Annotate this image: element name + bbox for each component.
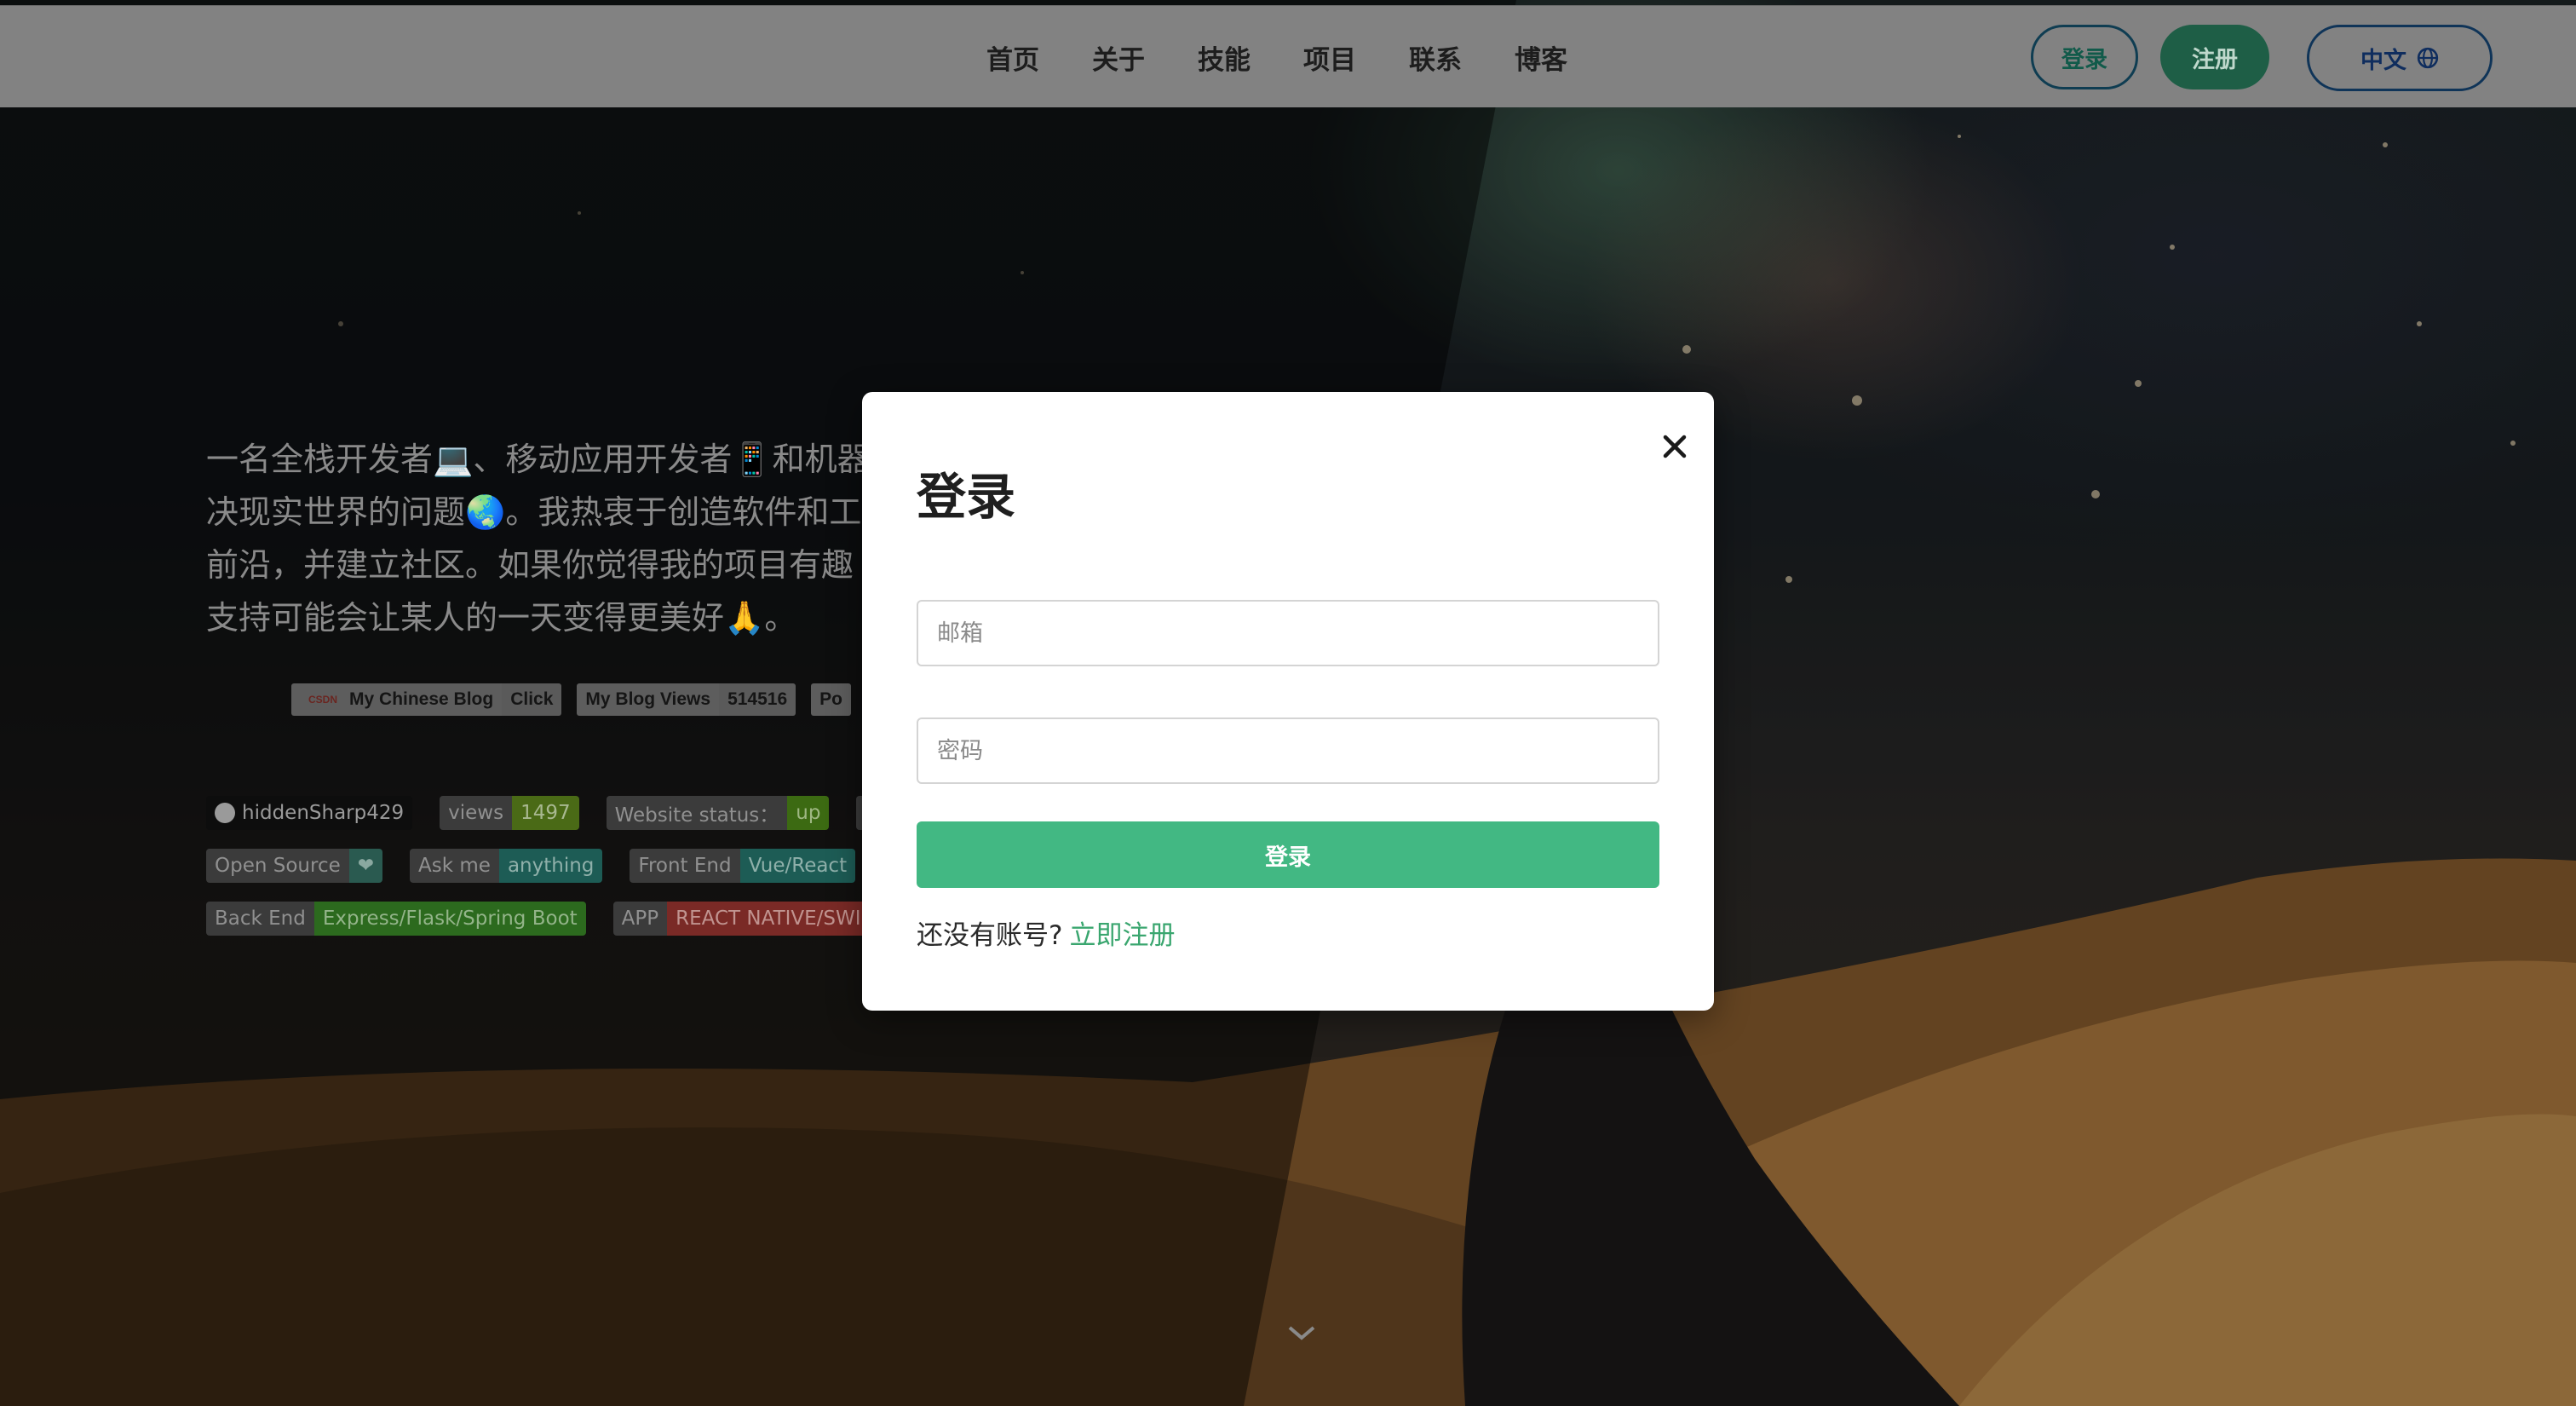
login-modal: 登录 登录 还没有账号?立即注册 [862,392,1714,1011]
partial-badge[interactable]: Po [811,683,851,716]
website-status-badge[interactable]: Website status： up [606,796,830,830]
views-badge[interactable]: views 1497 [440,796,579,830]
badge-label: Po [811,683,851,716]
nav-home[interactable]: 首页 [986,38,1039,77]
badge-value: Click [502,683,562,716]
top-navbar: 首页 关于 技能 项目 联系 博客 登录 注册 中文 [0,5,2576,107]
badge-value: Express/Flask/Spring Boot [313,902,586,936]
badge-label: Open Source [206,849,349,883]
open-source-badge[interactable]: Open Source ❤ [206,849,383,883]
language-label: 中文 [2360,47,2406,74]
scroll-down-chevron-icon[interactable] [1286,1322,1317,1343]
badge-label: My Chinese Blog [349,689,494,709]
password-field[interactable] [917,717,1659,784]
github-user-badge[interactable]: hiddenSharp429 [206,796,413,830]
badge-value: 1497 [512,796,579,830]
nav-links: 首页 关于 技能 项目 联系 博客 [986,6,1567,108]
badge-value: anything [498,849,603,883]
globe-icon [2417,47,2439,69]
chinese-blog-badge[interactable]: CSDN My Chinese Blog Click [291,683,562,716]
close-icon [1663,435,1687,458]
badge-value: up [787,796,830,830]
login-submit-button[interactable]: 登录 [917,821,1659,888]
badge-label: Website status： [606,796,788,830]
nav-projects[interactable]: 项目 [1303,38,1356,77]
badge-label: My Blog Views [577,683,720,716]
badge-label: APP [612,902,668,936]
ask-me-badge[interactable]: Ask me anything [410,849,603,883]
badge-value: Vue/React [739,849,856,883]
frontend-badge[interactable]: Front End Vue/React [630,849,856,883]
nav-about[interactable]: 关于 [1092,38,1145,77]
nav-contact[interactable]: 联系 [1409,38,1462,77]
language-button[interactable]: 中文 [2307,25,2493,91]
csdn-logo-icon: CSDN [308,694,338,706]
login-button[interactable]: 登录 [2031,25,2138,89]
nav-skills[interactable]: 技能 [1198,38,1251,77]
badge-label: Back End [206,902,314,936]
blog-badges: CSDN My Chinese Blog Click My Blog Views … [291,683,851,716]
badge-value: REACT NATIVE/SWIF [667,902,881,936]
badge-value: 514516 [719,683,796,716]
modal-title: 登录 [917,468,1016,526]
register-button[interactable]: 注册 [2160,25,2269,89]
badge-label: Ask me [410,849,499,883]
register-prompt: 还没有账号? 立即注册 [917,913,1175,952]
badge-label: hiddenSharp429 [242,802,405,824]
badge-label: Front End [630,849,740,883]
nav-blog[interactable]: 博客 [1515,38,1567,77]
close-button[interactable] [1658,429,1692,464]
no-account-text: 还没有账号? [917,920,1063,951]
email-field[interactable] [917,600,1659,666]
register-link[interactable]: 立即注册 [1069,920,1175,951]
github-icon [215,803,235,823]
app-badge[interactable]: APP REACT NATIVE/SWIF [612,902,881,936]
heart-icon: ❤ [348,849,383,883]
tech-badges: hiddenSharp429 views 1497 Website status… [206,796,894,954]
backend-badge[interactable]: Back End Express/Flask/Spring Boot [206,902,586,936]
badge-label: views [440,796,513,830]
blog-views-badge[interactable]: My Blog Views 514516 [577,683,796,716]
